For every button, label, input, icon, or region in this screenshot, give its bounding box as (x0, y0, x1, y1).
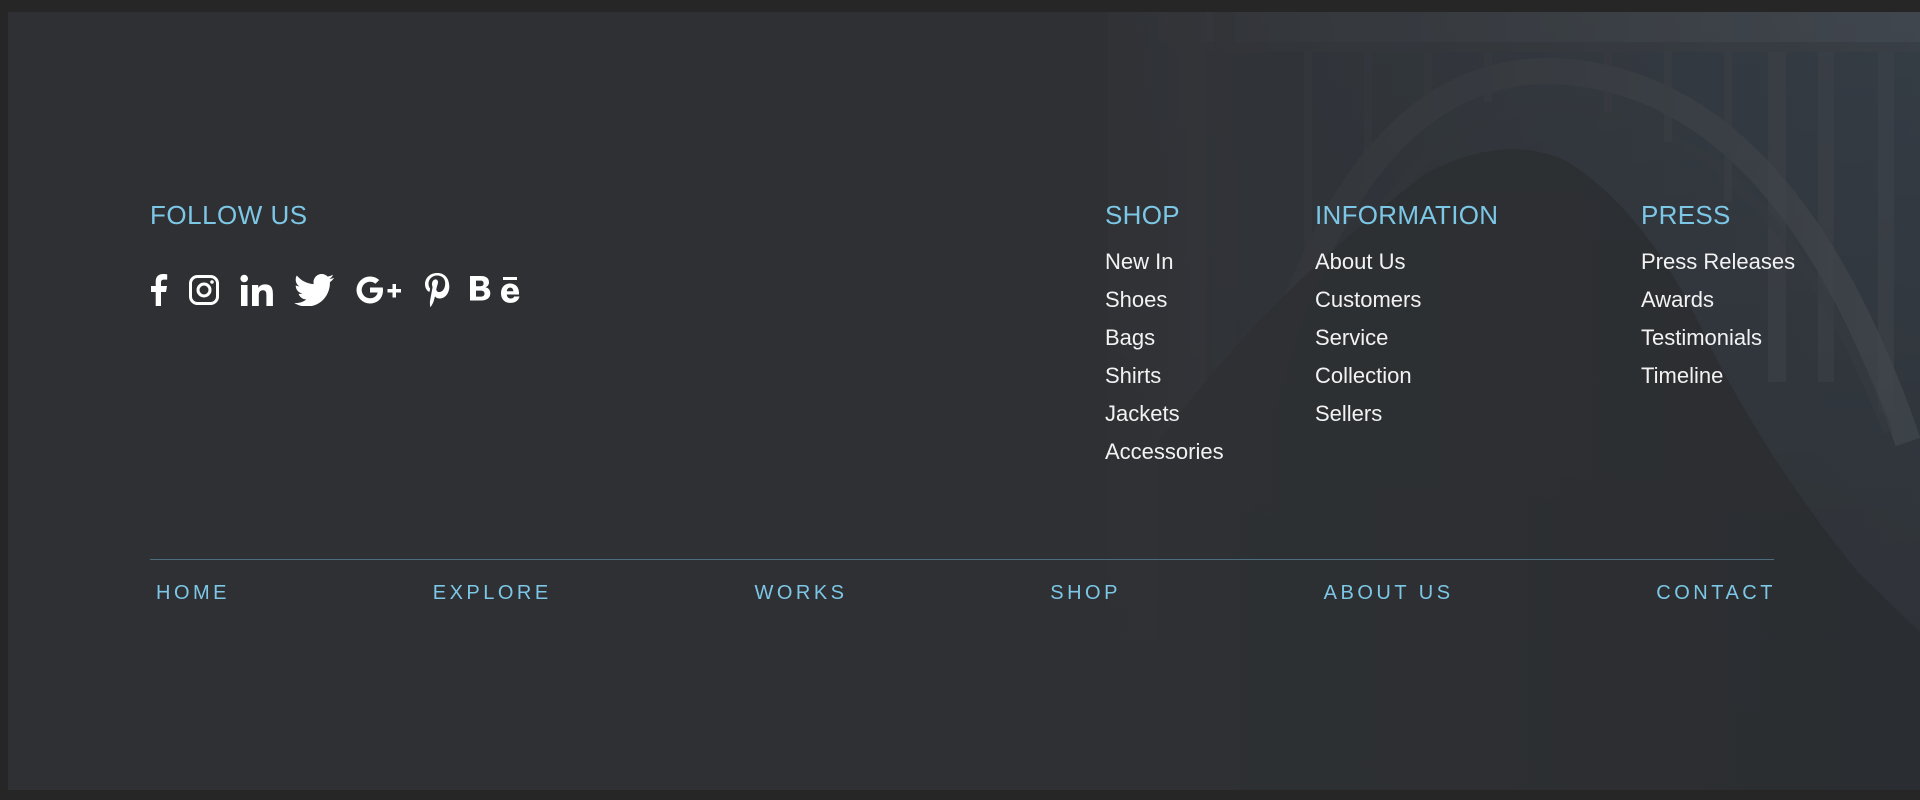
nav-home[interactable]: HOME (156, 582, 230, 605)
footer-divider (150, 559, 1774, 560)
information-links: About Us Customers Service Collection Se… (1315, 243, 1498, 433)
shop-links: New In Shoes Bags Shirts Jackets Accesso… (1105, 243, 1224, 471)
footer-content: FOLLOW US SHOP New In Shoes Bags Shirts … (8, 12, 1920, 790)
facebook-icon[interactable] (148, 270, 168, 310)
shop-link-new-in[interactable]: New In (1105, 243, 1224, 281)
press-links: Press Releases Awards Testimonials Timel… (1641, 243, 1795, 395)
footer-section: FOLLOW US SHOP New In Shoes Bags Shirts … (8, 12, 1920, 790)
information-heading: INFORMATION (1315, 200, 1499, 230)
behance-icon[interactable] (470, 270, 522, 310)
press-column: PRESS Press Releases Awards Testimonials… (1641, 200, 1795, 395)
info-link-service[interactable]: Service (1315, 319, 1498, 357)
pinterest-icon[interactable] (424, 270, 450, 310)
social-icons (148, 270, 522, 310)
twitter-icon[interactable] (294, 270, 334, 310)
info-link-about-us[interactable]: About Us (1315, 243, 1498, 281)
shop-link-accessories[interactable]: Accessories (1105, 433, 1224, 471)
linkedin-icon[interactable] (240, 270, 274, 310)
nav-contact[interactable]: CONTACT (1656, 582, 1776, 605)
info-link-customers[interactable]: Customers (1315, 281, 1498, 319)
shop-link-shoes[interactable]: Shoes (1105, 281, 1224, 319)
instagram-icon[interactable] (188, 270, 220, 310)
info-link-sellers[interactable]: Sellers (1315, 395, 1498, 433)
nav-works[interactable]: WORKS (754, 582, 847, 605)
shop-link-shirts[interactable]: Shirts (1105, 357, 1224, 395)
shop-link-jackets[interactable]: Jackets (1105, 395, 1224, 433)
information-column: INFORMATION About Us Customers Service C… (1315, 200, 1498, 433)
info-link-collection[interactable]: Collection (1315, 357, 1498, 395)
press-link-testimonials[interactable]: Testimonials (1641, 319, 1795, 357)
nav-shop[interactable]: SHOP (1050, 582, 1121, 605)
google-plus-icon[interactable] (354, 270, 404, 310)
press-link-awards[interactable]: Awards (1641, 281, 1795, 319)
shop-column: SHOP New In Shoes Bags Shirts Jackets Ac… (1105, 200, 1224, 471)
bottom-nav: HOME EXPLORE WORKS SHOP ABOUT US CONTACT (156, 582, 1776, 605)
press-link-timeline[interactable]: Timeline (1641, 357, 1795, 395)
shop-link-bags[interactable]: Bags (1105, 319, 1224, 357)
press-heading: PRESS (1641, 200, 1731, 230)
follow-us-heading: FOLLOW US (150, 200, 308, 230)
shop-heading: SHOP (1105, 200, 1180, 230)
nav-explore[interactable]: EXPLORE (433, 582, 552, 605)
press-link-press-releases[interactable]: Press Releases (1641, 243, 1795, 281)
nav-about-us[interactable]: ABOUT US (1324, 582, 1454, 605)
